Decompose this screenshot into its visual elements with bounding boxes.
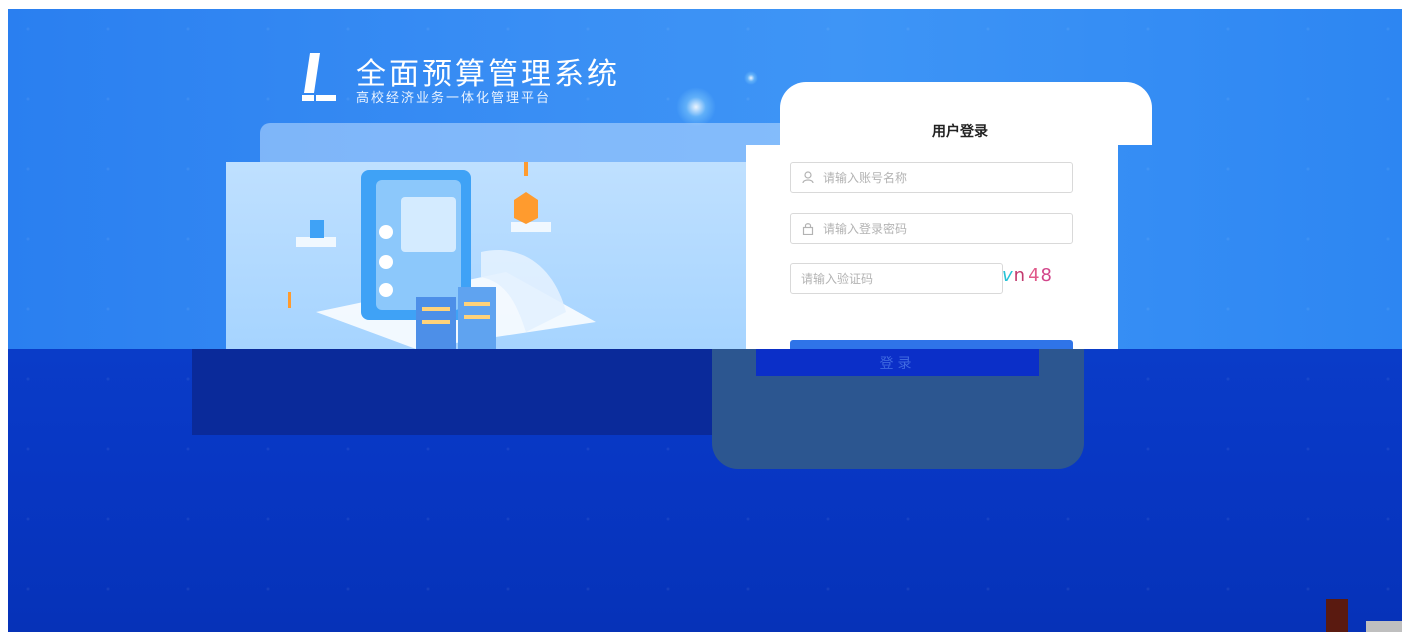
light-glow [744, 71, 758, 85]
captcha-placeholder: 请输入验证码 [801, 272, 874, 286]
corner-artifact-gray [1366, 621, 1402, 632]
username-placeholder: 请输入账号名称 [823, 171, 908, 185]
server-illustration [288, 162, 596, 349]
illustration-panel-top [260, 123, 780, 163]
light-glow [676, 87, 716, 127]
login-button-top[interactable] [790, 340, 1073, 349]
login-button[interactable]: 登录 [756, 349, 1039, 376]
login-page: 全面预算管理系统 高校经济业务一体化管理平台 用户登录 请输入账号名称 请输入登… [8, 9, 1402, 632]
captcha-char: 8 [1040, 264, 1053, 286]
captcha-input[interactable]: 请输入验证码 [790, 263, 1003, 294]
lock-icon [801, 222, 815, 236]
logo-icon [302, 53, 336, 101]
captcha-image[interactable]: v n 4 8 [1002, 259, 1082, 291]
login-title: 用户登录 [932, 124, 988, 140]
captcha-char: n [1013, 264, 1027, 286]
user-icon [801, 171, 815, 185]
app-subtitle: 高校经济业务一体化管理平台 [356, 91, 552, 106]
captcha-char: v [1002, 264, 1014, 286]
illustration-shadow [192, 349, 712, 435]
password-placeholder: 请输入登录密码 [823, 222, 908, 236]
illustration-panel [226, 162, 746, 349]
corner-artifact [1326, 599, 1348, 632]
captcha-char: 4 [1028, 264, 1041, 286]
password-input[interactable]: 请输入登录密码 [790, 213, 1073, 244]
username-input[interactable]: 请输入账号名称 [790, 162, 1073, 193]
